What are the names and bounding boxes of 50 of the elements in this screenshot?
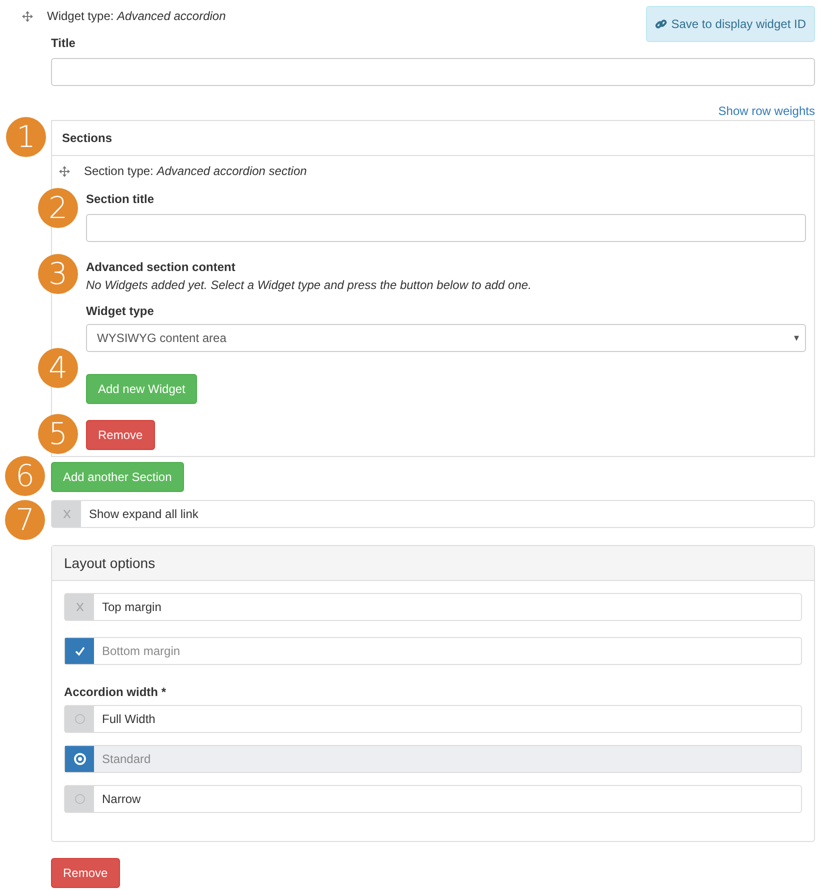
option-label: Narrow [101, 791, 141, 808]
checkbox[interactable] [52, 501, 81, 527]
cross-icon [62, 509, 70, 519]
number-marker: 1 [6, 117, 46, 157]
option-label: Standard [101, 751, 151, 768]
option-label: Top margin [101, 599, 162, 616]
link-icon [655, 18, 668, 30]
number-marker: 2 [38, 188, 78, 228]
toggle-field[interactable]: Top margin [64, 593, 802, 621]
widget-type-text: Widget type: Advanced accordion [47, 9, 226, 23]
remove-button[interactable]: Remove [51, 858, 120, 888]
empty-note: No Widgets added yet. Select a Widget type and press the button below to add one. [86, 278, 532, 292]
checkbox[interactable] [65, 594, 94, 620]
radio-button[interactable] [65, 706, 94, 732]
field-label: Title [51, 36, 76, 50]
number-marker: 7 [5, 500, 45, 540]
number-marker: 3 [38, 254, 78, 294]
field-label: Section title [86, 192, 154, 206]
panel-title: Layout options [64, 555, 156, 571]
content-heading: Advanced section content [86, 260, 236, 274]
radio-button[interactable] [65, 786, 94, 812]
toggle-field[interactable]: Show expand all link [51, 500, 815, 528]
section-title-field[interactable] [86, 214, 806, 242]
option-label: Bottom margin [101, 643, 180, 660]
table-header: Sections [62, 131, 112, 145]
toggle-field[interactable]: Bottom margin [64, 637, 802, 665]
move-icon[interactable] [59, 166, 70, 176]
save-button[interactable]: Save to display widget ID [646, 6, 815, 42]
row-weights-link[interactable]: Show row weights [718, 104, 815, 118]
remove-button[interactable]: Remove [86, 420, 155, 450]
checkbox[interactable] [65, 638, 94, 664]
add-section-button[interactable]: Add another Section [51, 462, 184, 492]
number-marker: 4 [38, 348, 78, 388]
move-icon[interactable] [22, 10, 33, 22]
radio-option[interactable]: Full Width [64, 705, 802, 733]
radio-option[interactable]: Narrow [64, 785, 802, 813]
section-type-text: Section type: Advanced accordion section [84, 164, 307, 178]
option-label: Show expand all link [88, 506, 198, 523]
field-label: Accordion width * [64, 685, 166, 699]
radio-option[interactable]: Standard [64, 745, 802, 773]
number-marker: 6 [5, 456, 45, 496]
radio-button[interactable] [65, 746, 94, 772]
option-label: Full Width [101, 711, 156, 728]
check-icon [74, 646, 84, 656]
field-label: Widget type [86, 304, 154, 318]
cross-icon [76, 602, 84, 612]
add-widget-button[interactable]: Add new Widget [86, 374, 198, 404]
number-marker: 5 [38, 414, 78, 454]
widget-type-select[interactable]: WYSIWYG content area ▾ [86, 324, 806, 352]
title-field[interactable] [51, 58, 815, 86]
